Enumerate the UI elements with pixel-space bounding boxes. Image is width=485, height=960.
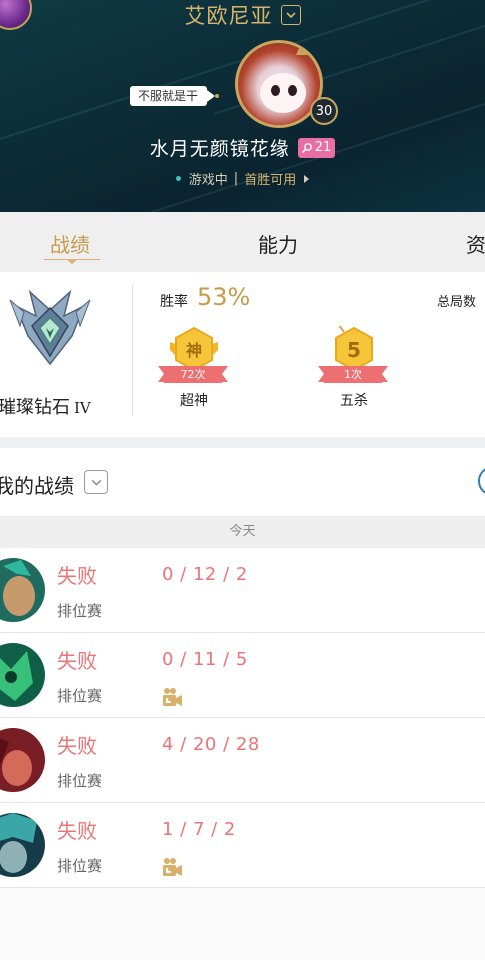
medal-glyph: 神 bbox=[186, 341, 202, 360]
player-avatar[interactable]: 30 bbox=[235, 40, 338, 130]
motto-tag: 不服就是干 bbox=[130, 86, 220, 106]
nickname-row: 水月无颜镜花缘 21 bbox=[0, 134, 485, 161]
divider bbox=[132, 284, 133, 416]
medal-caption: 超神 bbox=[180, 393, 208, 409]
honor-badge[interactable]: 21 bbox=[297, 137, 336, 158]
medal-count: 72次 bbox=[158, 366, 228, 383]
champion-portrait[interactable] bbox=[0, 813, 45, 877]
player-nickname: 水月无颜镜花缘 bbox=[149, 138, 290, 160]
match-kda: 4 / 20 / 28 bbox=[162, 734, 260, 755]
active-tab-indicator bbox=[44, 259, 100, 264]
player-status: 游戏中 bbox=[188, 173, 228, 188]
match-list: 失败 排位赛 0 / 12 / 2 失败 排位赛 0 / 11 / 5 失败 排… bbox=[0, 548, 485, 888]
first-win-status[interactable]: 首胜可用 bbox=[244, 169, 296, 188]
rank-tier: IV bbox=[74, 399, 91, 417]
avatar-eye bbox=[271, 85, 280, 96]
server-selector[interactable]: 艾欧尼亚 bbox=[0, 0, 485, 30]
rank-name: 璀璨钻石 bbox=[0, 397, 70, 418]
total-games-label: 总局数 bbox=[437, 295, 477, 310]
match-result: 失败 bbox=[57, 819, 97, 843]
match-queue: 排位赛 bbox=[57, 687, 103, 705]
rank-label: 璀璨钻石 IV bbox=[0, 393, 91, 419]
avatar-eye bbox=[288, 85, 297, 96]
legendary-medal[interactable]: 神 72次 超神 bbox=[158, 326, 229, 416]
medal-glyph: 5 bbox=[347, 338, 361, 362]
chevron-right-icon[interactable] bbox=[304, 174, 310, 183]
date-divider: 今天 bbox=[0, 516, 485, 548]
champion-portrait[interactable] bbox=[0, 643, 45, 707]
match-kda: 1 / 7 / 2 bbox=[162, 819, 236, 840]
match-row[interactable]: 失败 排位赛 0 / 11 / 5 bbox=[0, 633, 485, 718]
avatar-face bbox=[260, 73, 306, 113]
winrate-value: 53% bbox=[197, 283, 251, 311]
match-queue: 排位赛 bbox=[57, 602, 103, 620]
video-camera-icon[interactable] bbox=[161, 857, 183, 877]
winrate-label: 胜率 bbox=[160, 294, 188, 310]
level-badge: 30 bbox=[310, 97, 338, 125]
section-gap bbox=[0, 437, 485, 448]
chevron-down-icon[interactable] bbox=[280, 5, 301, 25]
profile-header: 艾欧尼亚 不服就是干 30 水月无颜镜花缘 21 游戏中 | 首胜可用 bbox=[0, 0, 485, 212]
diamond-rank-emblem-icon[interactable] bbox=[6, 286, 94, 370]
champion-portrait[interactable] bbox=[0, 558, 45, 622]
match-kda: 0 / 11 / 5 bbox=[162, 649, 248, 670]
match-kda: 0 / 12 / 2 bbox=[162, 564, 248, 585]
compare-icon[interactable] bbox=[478, 466, 485, 496]
avatar-crown-decoration bbox=[296, 43, 310, 55]
status-separator: | bbox=[233, 171, 239, 186]
video-camera-icon[interactable] bbox=[161, 687, 183, 707]
stats-card: 璀璨钻石 IV 胜率 53% 总局数 神 72次 超神 5 1次 五杀 bbox=[0, 272, 485, 437]
match-row[interactable]: 失败 排位赛 1 / 7 / 2 bbox=[0, 803, 485, 888]
record-header: 我的战绩 bbox=[0, 448, 485, 516]
champion-portrait[interactable] bbox=[0, 728, 45, 792]
medal-caption: 五杀 bbox=[340, 393, 368, 409]
match-queue: 排位赛 bbox=[57, 857, 103, 875]
match-row[interactable]: 失败 排位赛 4 / 20 / 28 bbox=[0, 718, 485, 803]
tab-record[interactable]: 战绩 bbox=[50, 229, 90, 258]
server-name[interactable]: 艾欧尼亚 bbox=[185, 0, 273, 30]
online-dot-icon bbox=[175, 176, 181, 181]
search-icon bbox=[301, 142, 312, 153]
tab-assets[interactable]: 资 bbox=[466, 229, 485, 258]
pentakill-medal[interactable]: 5 1次 五杀 bbox=[318, 326, 389, 416]
chevron-down-icon bbox=[91, 479, 101, 486]
list-footer bbox=[0, 888, 485, 960]
status-row[interactable]: 游戏中 | 首胜可用 bbox=[0, 169, 485, 188]
match-result: 失败 bbox=[57, 649, 97, 673]
match-row[interactable]: 失败 排位赛 0 / 12 / 2 bbox=[0, 548, 485, 633]
record-filter-toggle[interactable] bbox=[84, 470, 108, 494]
record-title: 我的战绩 bbox=[0, 474, 74, 498]
match-result: 失败 bbox=[57, 564, 97, 588]
match-queue: 排位赛 bbox=[57, 772, 103, 790]
tab-bar: 战绩 能力 资 bbox=[0, 212, 485, 272]
honor-level: 21 bbox=[314, 139, 332, 155]
medal-count: 1次 bbox=[318, 366, 388, 383]
tab-ability[interactable]: 能力 bbox=[258, 229, 298, 258]
match-result: 失败 bbox=[57, 734, 97, 758]
